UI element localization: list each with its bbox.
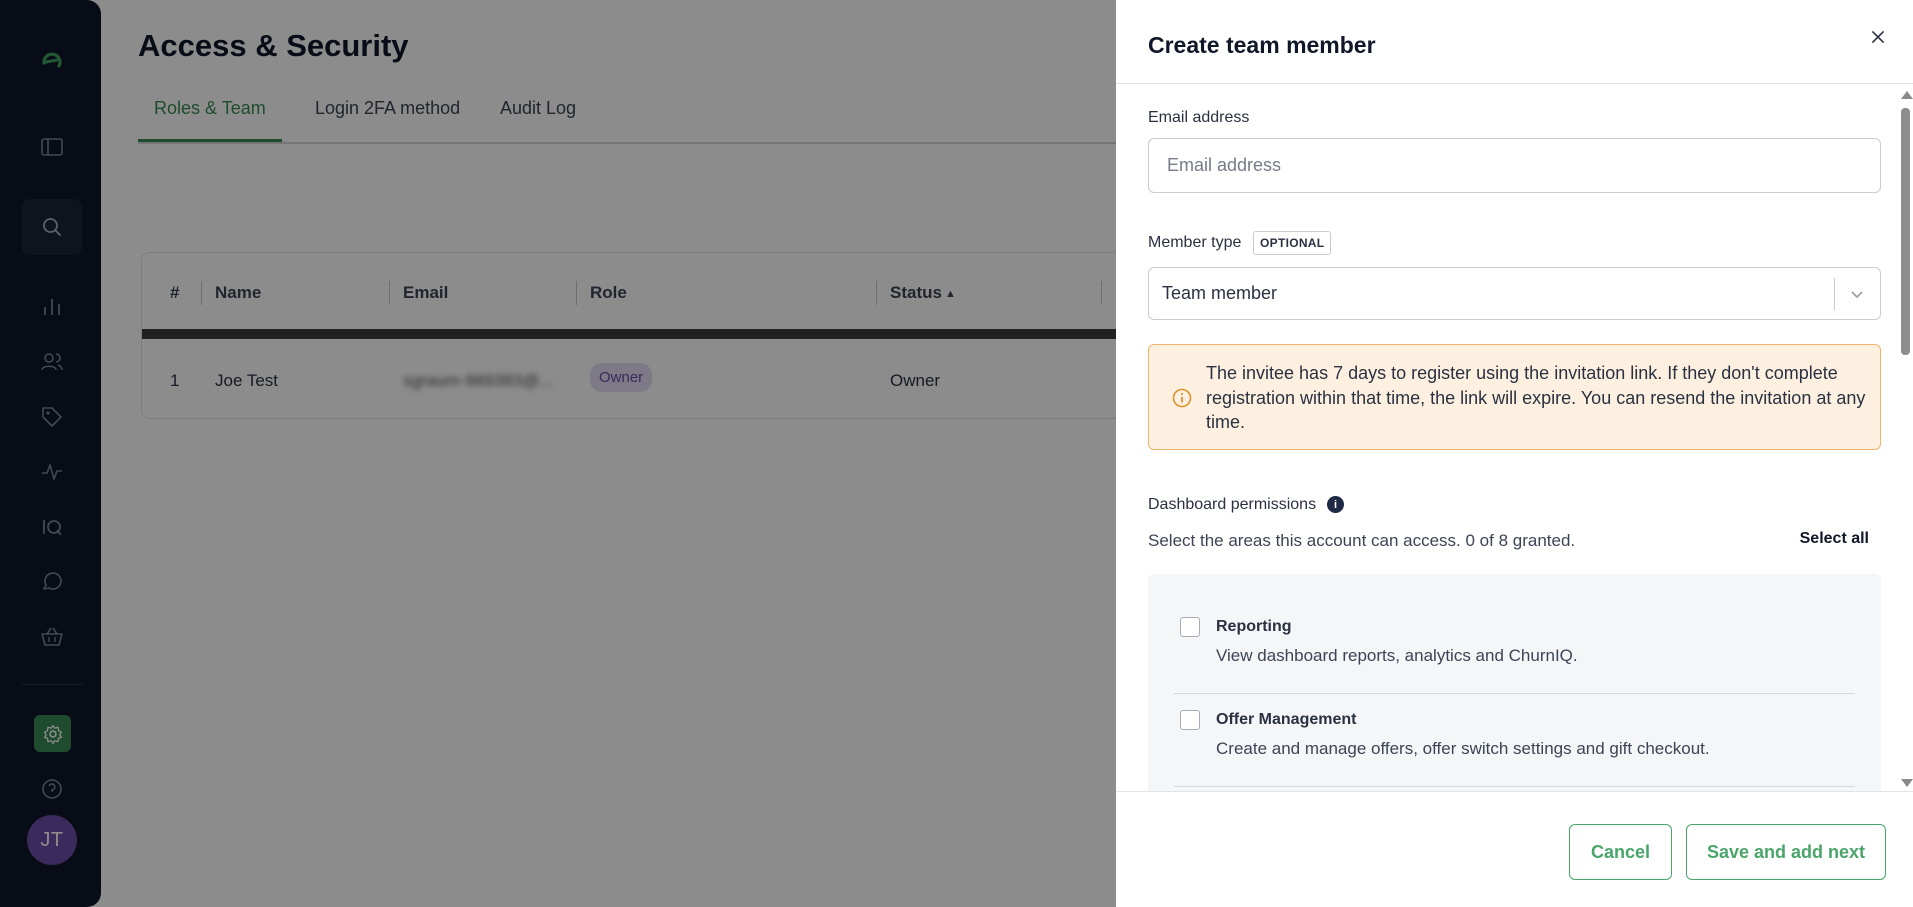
member-type-select[interactable]: Team member — [1148, 267, 1881, 320]
scroll-thumb[interactable] — [1901, 108, 1910, 355]
notice-text: The invitee has 7 days to register using… — [1206, 363, 1866, 432]
info-circle-icon — [1172, 388, 1192, 408]
close-icon — [1871, 30, 1885, 44]
email-label: Email address — [1148, 109, 1250, 126]
permission-title: Offer Management — [1216, 711, 1357, 728]
permission-item-reporting: Reporting View dashboard reports, analyt… — [1174, 602, 1855, 694]
save-and-add-next-button[interactable]: Save and add next — [1686, 824, 1886, 880]
drawer-body: Email address Member type OPTIONAL Team … — [1116, 85, 1913, 791]
permissions-label: Dashboard permissions — [1148, 496, 1317, 513]
reporting-checkbox[interactable] — [1180, 617, 1200, 637]
scroll-down-icon[interactable] — [1901, 779, 1913, 787]
app-root: JT Access & Security Roles & Team Login … — [0, 0, 1913, 907]
drawer-scrollbar[interactable] — [1898, 88, 1913, 790]
permission-description: Create and manage offers, offer switch s… — [1216, 739, 1710, 758]
invitation-notice: The invitee has 7 days to register using… — [1148, 344, 1881, 450]
optional-badge: OPTIONAL — [1253, 231, 1332, 255]
permission-title: Reporting — [1216, 618, 1292, 635]
permissions-subtitle: Select the areas this account can access… — [1148, 531, 1576, 550]
select-all-link[interactable]: Select all — [1800, 530, 1869, 548]
permission-description: View dashboard reports, analytics and Ch… — [1216, 646, 1578, 665]
drawer-header: Create team member — [1116, 0, 1913, 84]
info-icon[interactable]: i — [1327, 496, 1344, 513]
permission-item-offer-management: Offer Management Create and manage offer… — [1174, 695, 1855, 787]
scroll-up-icon[interactable] — [1901, 91, 1913, 99]
cancel-button[interactable]: Cancel — [1569, 824, 1672, 880]
email-field[interactable] — [1148, 138, 1881, 193]
permissions-list: Reporting View dashboard reports, analyt… — [1148, 574, 1881, 791]
select-divider — [1834, 278, 1835, 310]
modal-backdrop[interactable] — [0, 0, 1116, 907]
offer-management-checkbox[interactable] — [1180, 710, 1200, 730]
close-button[interactable] — [1867, 26, 1889, 48]
member-type-value: Team member — [1162, 283, 1278, 303]
drawer-footer: Cancel Save and add next — [1116, 791, 1913, 907]
member-type-label: Member type — [1148, 234, 1242, 251]
create-member-drawer: Create team member Email address Member … — [1116, 0, 1913, 907]
drawer-title: Create team member — [1148, 32, 1376, 58]
chevron-down-icon[interactable] — [1846, 283, 1868, 305]
